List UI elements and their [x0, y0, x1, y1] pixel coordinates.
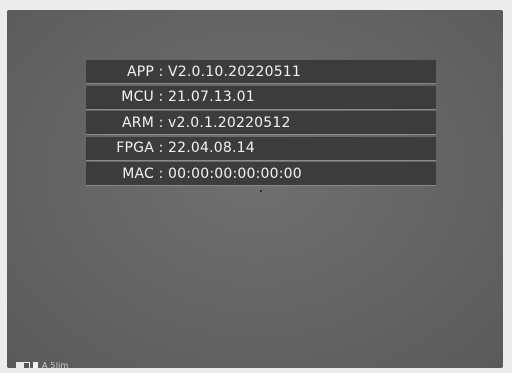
info-colon: :: [158, 165, 164, 182]
device-frame: APP : V2.0.10.20220511 MCU : 21.07.13.01…: [0, 0, 512, 373]
display-screen: APP : V2.0.10.20220511 MCU : 21.07.13.01…: [7, 10, 503, 371]
info-row-app: APP : V2.0.10.20220511: [86, 60, 436, 84]
info-colon: :: [158, 89, 164, 105]
info-label: APP: [126, 63, 154, 80]
info-value: 21.07.13.01: [168, 89, 255, 105]
info-label: FPGA: [116, 140, 154, 156]
mode-icon: [33, 361, 38, 369]
info-colon: :: [158, 114, 164, 131]
crosshair-dot-icon: [260, 190, 262, 192]
info-value: 00:00:00:00:00:00: [168, 165, 302, 182]
info-row-fpga: FPGA : 22.04.08.14: [86, 136, 436, 161]
status-bar: A 5lim: [16, 359, 69, 371]
info-colon: :: [158, 140, 164, 156]
info-row-arm: ARM : v2.0.1.20220512: [86, 111, 436, 135]
info-colon: :: [158, 63, 164, 80]
info-label: MAC: [122, 165, 154, 182]
info-row-mcu: MCU : 21.07.13.01: [86, 85, 436, 110]
info-value: v2.0.1.20220512: [168, 114, 291, 131]
battery-icon: [16, 361, 30, 369]
device-info-panel: APP : V2.0.10.20220511 MCU : 21.07.13.01…: [86, 60, 436, 188]
status-text: A 5lim: [42, 360, 69, 370]
info-label: ARM: [122, 114, 154, 131]
info-label: MCU: [121, 89, 154, 105]
info-value: V2.0.10.20220511: [168, 63, 302, 80]
info-value: 22.04.08.14: [168, 140, 255, 156]
info-row-mac: MAC : 00:00:00:00:00:00: [86, 162, 436, 186]
